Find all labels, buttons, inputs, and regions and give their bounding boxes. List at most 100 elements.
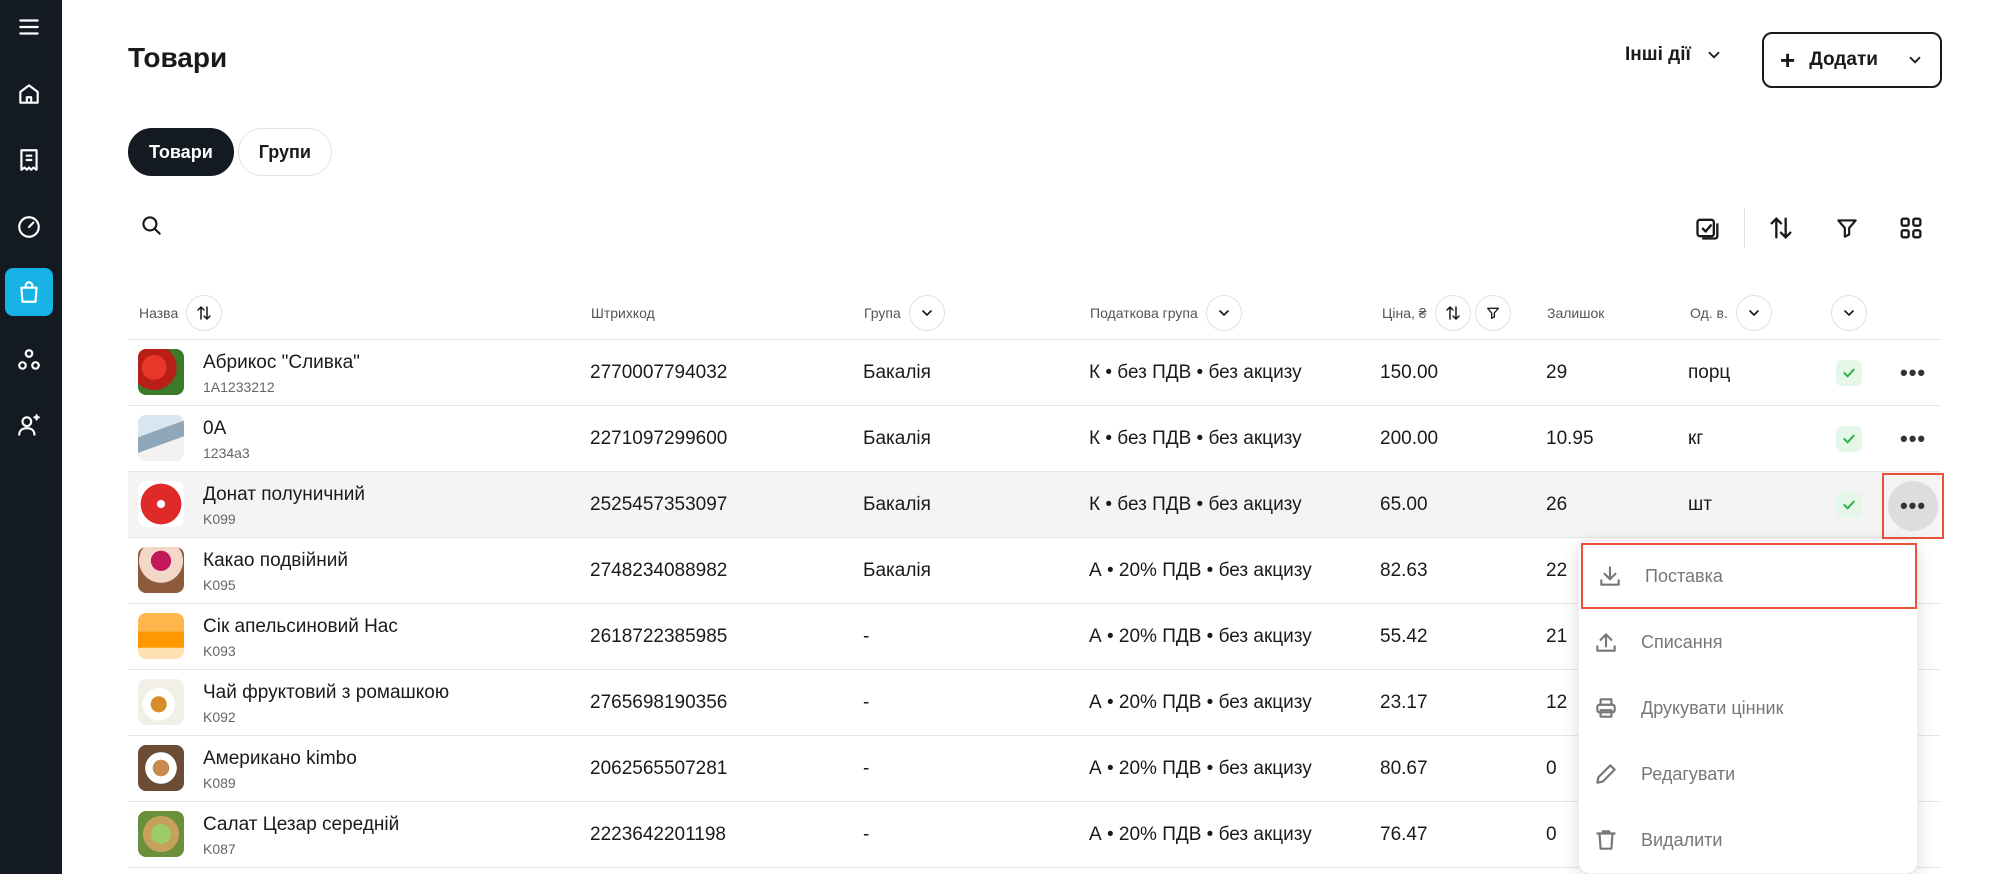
filter-icon [1486,307,1499,319]
column-group-label: Група [864,305,901,321]
sidebar-item-products[interactable] [5,268,53,316]
sort-name-button[interactable] [186,295,223,331]
tax-filter-button[interactable] [1205,295,1242,331]
product-code: K093 [203,643,236,659]
users-icon [18,349,40,370]
product-image [138,415,184,461]
tax-cell: К • без ПДВ • без акцизу [1089,362,1302,383]
columns-toggle-button[interactable] [1831,295,1867,331]
chevron-down-icon [921,310,932,317]
stock-cell: 29 [1546,362,1568,383]
tax-cell: А • 20% ПДВ • без акцизу [1089,692,1312,713]
menu-item-writeoff[interactable]: Списання [1579,609,1919,675]
sidebar-item-users[interactable] [5,336,53,384]
add-button[interactable]: + Додати [1762,32,1942,88]
tabs: Товари Групи [128,128,332,176]
sidebar-item-home[interactable] [5,70,53,118]
column-visibility [1831,286,1867,340]
group-cell: Бакалія [863,494,931,515]
column-tax-label: Податкова група [1090,305,1198,321]
menu-item-supply[interactable]: Поставка [1581,543,1917,609]
price-cell: 55.42 [1380,626,1428,647]
check-icon [1843,500,1855,510]
product-image [138,811,184,857]
price-cell: 82.63 [1380,560,1428,581]
group-filter-button[interactable] [908,295,945,331]
barcode-cell: 2770007794032 [590,362,728,383]
sort-icon [197,305,211,321]
sidebar-item-receipts[interactable] [5,136,53,184]
row-more-button[interactable]: ••• [1900,340,1926,406]
tax-cell: К • без ПДВ • без акцизу [1089,428,1302,449]
product-name: Какао подвійний [203,550,348,571]
menu-item-print-price-tag[interactable]: Друкувати цінник [1579,675,1919,741]
filter-button[interactable] [1829,210,1865,246]
sidebar [0,0,62,874]
product-image [138,613,184,659]
tax-cell: А • 20% ПДВ • без акцизу [1089,824,1312,845]
tax-cell: К • без ПДВ • без акцизу [1089,494,1302,515]
price-cell: 76.47 [1380,824,1428,845]
row-actions-menu: Поставка Списання Друкувати цінник Редаг… [1578,540,1918,874]
group-cell: - [863,626,870,647]
row-more-button[interactable]: ••• [1900,406,1926,472]
unit-cell: порц [1688,362,1731,383]
menu-item-delete[interactable]: Видалити [1579,807,1919,873]
search-button[interactable] [138,212,164,243]
more-icon: ••• [1899,493,1927,518]
column-barcode: Штрихкод [591,286,655,340]
tab-groups[interactable]: Групи [237,128,332,176]
menu-item-edit[interactable]: Редагувати [1579,741,1919,807]
pencil-icon [1596,764,1616,784]
add-button-label: Додати [1809,49,1878,70]
menu-item-label: Поставка [1645,565,1723,586]
unit-filter-button[interactable] [1735,295,1772,331]
column-group: Група [864,286,945,340]
unit-cell: кг [1688,428,1704,449]
other-actions-dropdown[interactable]: Інші дії [1625,44,1723,66]
row-more-button-active[interactable]: ••• [1882,473,1944,539]
sidebar-item-person-add[interactable] [5,402,53,450]
search-icon [142,216,161,235]
table-row[interactable]: 0А 1234а3 2271097299600 Бакалія К • без … [128,406,1940,472]
sidebar-menu-button[interactable] [5,3,53,51]
table-row[interactable]: Абрикос "Сливка" 1А1233212 2770007794032… [128,340,1940,406]
column-barcode-label: Штрихкод [591,305,655,321]
price-cell: 150.00 [1380,362,1439,383]
product-code: 1А1233212 [203,379,275,395]
menu-item-label: Редагувати [1641,763,1736,784]
filter-price-button[interactable] [1474,295,1511,331]
sort-button[interactable] [1763,210,1799,246]
more-icon: ••• [1900,360,1927,385]
column-name: Назва [139,286,223,340]
stock-cell: 10.95 [1546,428,1594,449]
column-price-label: Ціна, ₴ [1382,305,1427,321]
status-check [1836,340,1862,406]
other-actions-label: Інші дії [1625,44,1691,65]
toolbar [1690,208,1929,248]
status-check [1836,406,1862,472]
table-row[interactable]: Донат полуничний K099 2525457353097 Бака… [128,472,1940,538]
menu-item-label: Списання [1641,631,1723,652]
product-name: Абрикос "Сливка" [203,352,360,373]
checkbox-icon [1696,218,1719,240]
product-code: K087 [203,841,236,857]
sort-price-button[interactable] [1434,295,1471,331]
menu-item-label: Друкувати цінник [1641,697,1784,718]
column-tax: Податкова група [1090,286,1242,340]
tax-cell: А • 20% ПДВ • без акцизу [1089,626,1312,647]
stock-cell: 21 [1546,626,1568,647]
menu-icon [19,19,39,35]
group-cell: Бакалія [863,560,931,581]
price-cell: 65.00 [1380,494,1428,515]
sidebar-item-dashboard[interactable] [5,203,53,251]
tab-products[interactable]: Товари [128,128,234,176]
column-unit-label: Од. в. [1690,305,1728,321]
person-add-icon [18,414,40,436]
grid-view-button[interactable] [1893,210,1929,246]
column-stock-label: Залишок [1547,305,1605,321]
select-mode-button[interactable] [1690,210,1726,246]
stock-cell: 22 [1546,560,1568,581]
chevron-down-icon [1708,51,1720,59]
receipt-icon [20,149,38,171]
